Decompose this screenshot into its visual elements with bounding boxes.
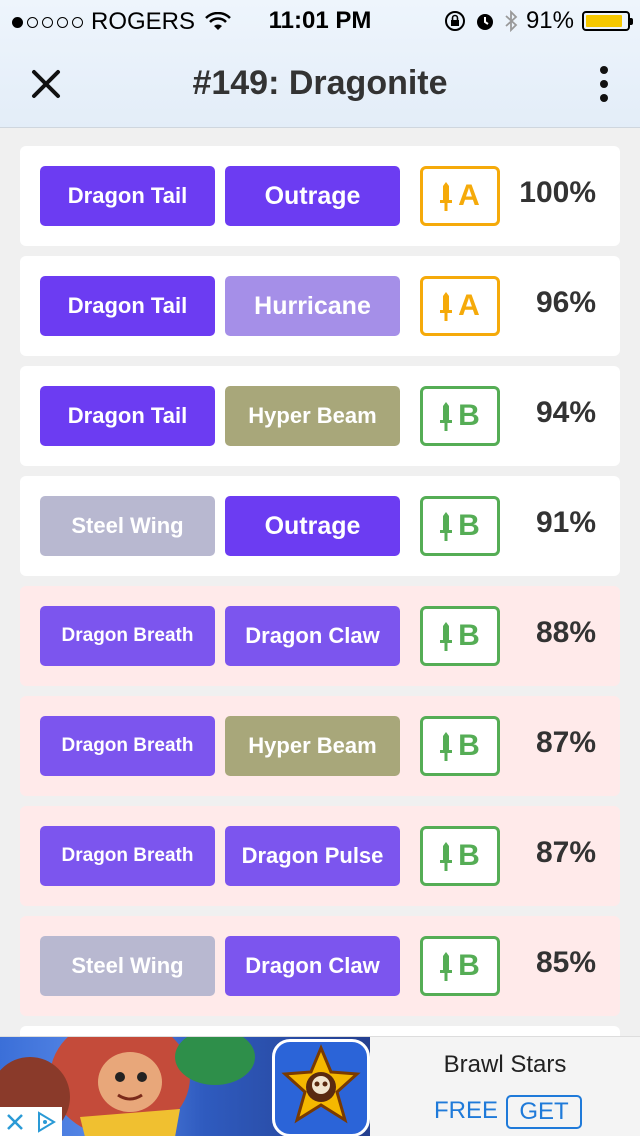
fast-move-chip[interactable]: Dragon Breath xyxy=(40,826,215,886)
charge-move-chip[interactable]: Dragon Pulse xyxy=(225,826,400,886)
ad-title[interactable]: Brawl Stars xyxy=(370,1051,640,1079)
charge-move-chip[interactable]: Hurricane xyxy=(225,276,400,336)
charge-move-chip[interactable]: Hyper Beam xyxy=(225,386,400,446)
sword-icon xyxy=(440,622,453,651)
header: ROGERS 11:01 PM 91% #149: Dragonite xyxy=(0,0,640,128)
grade-letter: A xyxy=(458,179,480,212)
moveset-row[interactable]: Dragon Breath Dragon Claw B 88% xyxy=(20,586,620,686)
ad-price: FREE xyxy=(434,1097,499,1124)
moveset-row[interactable]: Dragon Tail Outrage A 100% xyxy=(20,146,620,246)
fast-move-chip[interactable]: Dragon Breath xyxy=(40,716,215,776)
grade-letter: A xyxy=(458,289,480,322)
fast-move-chip[interactable]: Dragon Breath xyxy=(40,606,215,666)
grade-letter: B xyxy=(458,399,480,432)
grade-letter: B xyxy=(458,619,480,652)
moveset-percent: 91% xyxy=(535,506,596,539)
battery-icon xyxy=(582,11,633,31)
attack-grade-badge: B xyxy=(420,606,500,666)
charge-move-chip[interactable]: Dragon Claw xyxy=(225,936,400,996)
moveset-percent: 87% xyxy=(535,726,596,759)
moveset-row[interactable]: Dragon Tail Hurricane A 96% xyxy=(20,256,620,356)
attack-grade-badge: B xyxy=(420,386,500,446)
charge-move-chip[interactable]: Outrage xyxy=(225,166,400,226)
fast-move-chip[interactable]: Dragon Tail xyxy=(40,386,215,446)
status-right: 91% xyxy=(444,7,633,35)
attack-grade-badge: B xyxy=(420,936,500,996)
page-title: #149: Dragonite xyxy=(192,64,448,102)
charge-move-chip[interactable]: Dragon Claw xyxy=(225,606,400,666)
nav-bar: #149: Dragonite xyxy=(0,40,640,128)
battery-percent: 91% xyxy=(525,7,574,34)
attack-grade-badge: A xyxy=(420,166,500,226)
attack-grade-badge: B xyxy=(420,716,500,776)
moveset-percent: 87% xyxy=(535,836,596,869)
fast-move-chip[interactable]: Steel Wing xyxy=(40,936,215,996)
grade-letter: B xyxy=(458,729,480,762)
ad-get-button[interactable]: GET xyxy=(506,1095,582,1129)
attack-grade-badge: B xyxy=(420,826,500,886)
moveset-percent: 96% xyxy=(535,286,596,319)
sword-icon xyxy=(440,732,453,761)
moveset-percent: 94% xyxy=(535,396,596,429)
rotation-lock-icon xyxy=(444,11,465,31)
moveset-row[interactable]: Steel Wing Outrage B 91% xyxy=(20,476,620,576)
grade-letter: B xyxy=(458,839,480,872)
alarm-icon xyxy=(476,14,493,30)
status-bar: ROGERS 11:01 PM 91% xyxy=(0,0,640,40)
sword-icon xyxy=(440,402,453,431)
fast-move-chip[interactable]: Dragon Tail xyxy=(40,166,215,226)
brawl-stars-app-icon[interactable] xyxy=(272,1039,370,1136)
moveset-percent: 85% xyxy=(535,946,596,979)
moveset-row-partial[interactable] xyxy=(20,1026,620,1036)
grade-letter: B xyxy=(458,509,480,542)
ad-close[interactable] xyxy=(0,1107,62,1136)
moveset-list[interactable]: Dragon Tail Outrage A 100% Dragon Tail Hurric… xyxy=(20,128,620,1036)
moveset-row[interactable]: Steel Wing Dragon Claw B 85% xyxy=(20,916,620,1016)
attack-grade-badge: A xyxy=(420,276,500,336)
more-vertical-icon[interactable] xyxy=(598,66,610,102)
adchoices-icon[interactable] xyxy=(35,1111,57,1133)
fast-move-chip[interactable]: Dragon Tail xyxy=(40,276,215,336)
moveset-percent: 100% xyxy=(519,176,596,209)
moveset-percent: 88% xyxy=(535,616,596,649)
charge-move-chip[interactable]: Outrage xyxy=(225,496,400,556)
grade-letter: B xyxy=(458,949,480,982)
charge-move-chip[interactable]: Hyper Beam xyxy=(225,716,400,776)
moveset-row[interactable]: Dragon Tail Hyper Beam B 94% xyxy=(20,366,620,466)
bluetooth-icon xyxy=(505,10,518,32)
moveset-row[interactable]: Dragon Breath Hyper Beam B 87% xyxy=(20,696,620,796)
ad-banner[interactable]: Brawl Stars FREE GET xyxy=(0,1036,640,1136)
attack-grade-badge: B xyxy=(420,496,500,556)
sword-icon xyxy=(440,292,453,321)
sword-icon xyxy=(440,842,453,871)
fast-move-chip[interactable]: Steel Wing xyxy=(40,496,215,556)
sword-icon xyxy=(440,512,453,541)
battery-fill xyxy=(586,15,623,27)
ad-close-icon[interactable] xyxy=(5,1112,25,1132)
sword-icon xyxy=(440,182,453,211)
app-icon-graphic xyxy=(281,1044,361,1124)
sword-icon xyxy=(440,952,453,981)
moveset-row[interactable]: Dragon Breath Dragon Pulse B 87% xyxy=(20,806,620,906)
